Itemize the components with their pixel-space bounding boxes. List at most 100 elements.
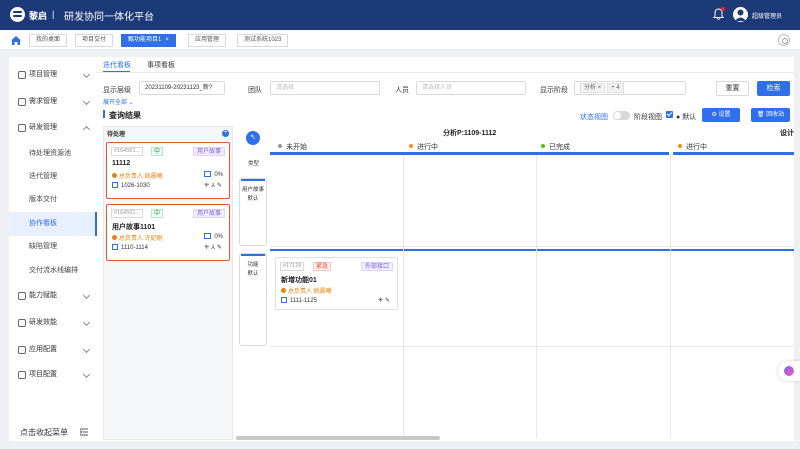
search-button[interactable]: 检索: [757, 81, 790, 96]
card-title: 新增功能01: [281, 277, 317, 284]
card-actions[interactable]: ⁜⅄✎: [204, 244, 224, 251]
edit-icon[interactable]: ✎: [217, 183, 224, 189]
tab-test-system[interactable]: 测试系统1023: [237, 34, 289, 47]
home-icon[interactable]: [9, 34, 23, 47]
stage-bar-design: [673, 152, 794, 155]
sidebar-item-requirement-management[interactable]: 需求管理: [9, 90, 97, 114]
sidebar-item-efficiency[interactable]: 研发效能: [9, 311, 97, 335]
add-icon[interactable]: +: [222, 130, 229, 137]
title-separator: |: [52, 9, 55, 19]
sidebar-item-pipeline[interactable]: 交付流水线编排: [9, 259, 97, 283]
sidebar-item-iteration[interactable]: 迭代管理: [9, 165, 97, 189]
folder-icon: [18, 71, 26, 79]
person-icon: [281, 288, 286, 293]
kanban-card[interactable]: #17129 紧急 外部接口 新增功能01 总负责人:姚晨曦 1111-1125…: [275, 257, 398, 310]
status-dot: [278, 144, 282, 148]
collapse-column-icon[interactable]: ↖: [246, 131, 260, 145]
recycle-bin-button[interactable]: 🗑 回收站: [751, 108, 790, 122]
stage-more-tag: + 4: [607, 83, 624, 93]
lane-accent: [241, 179, 265, 181]
card-owner: 总负责人:许纪刚: [112, 233, 163, 242]
card-title: 11112: [112, 160, 131, 167]
pending-card[interactable]: #164561... 中 用户故事 11112 总负责人:姚晨曦 0% 1026…: [106, 142, 230, 199]
priority-badge: 紧急: [313, 262, 332, 271]
lane-type: 功能: [247, 262, 259, 268]
tab-divider: [97, 72, 794, 73]
lane-function: 功能 默认: [239, 253, 267, 346]
app-title: 研发协同一体化平台: [64, 12, 154, 23]
view-switch[interactable]: [613, 111, 630, 120]
card-actions[interactable]: ⁜⅄✎: [204, 182, 224, 189]
expand-all-link[interactable]: 展开全部 ⌄: [103, 97, 134, 106]
status-done: 已完成: [541, 142, 570, 152]
card-id: #17129: [280, 262, 305, 271]
tab-app-management[interactable]: 应用管理: [188, 34, 227, 47]
person-label: 人员: [395, 87, 409, 94]
settings-button[interactable]: ⚙ 设置: [702, 108, 740, 122]
tab-function-project[interactable]: 甄功能项目1 ×: [121, 34, 176, 47]
stage-tag[interactable]: 分析 ×: [580, 83, 606, 93]
sidebar-item-dev-management[interactable]: 研发管理: [9, 116, 97, 140]
card-title: 用户故事1101: [112, 224, 156, 231]
horizontal-scrollbar[interactable]: [236, 436, 440, 440]
edit-icon[interactable]: ✎: [217, 245, 224, 251]
sidebar-item-kanban[interactable]: 协作看板: [9, 212, 97, 236]
sidebar-item-app-config[interactable]: 应用配置: [9, 338, 97, 362]
refresh-icon[interactable]: [778, 34, 790, 46]
tab-project-delivery[interactable]: 项目交付: [75, 34, 114, 47]
card-progress: 0%: [204, 171, 223, 178]
stage-select[interactable]: 分析 × + 4: [574, 81, 686, 95]
assistant-icon[interactable]: [778, 361, 800, 381]
status-in-progress-design: 进行中: [678, 142, 707, 152]
sidebar-item-project-config[interactable]: 项目配置: [9, 363, 97, 387]
chevron-down-icon: [82, 97, 91, 106]
card-actions[interactable]: ⁜✎: [378, 297, 392, 304]
sidebar-item-version-delivery[interactable]: 版本交付: [9, 188, 97, 212]
edit-icon[interactable]: ✎: [385, 298, 392, 304]
notification-dot: [721, 7, 725, 11]
username[interactable]: 超级管理员: [752, 11, 782, 20]
type-badge: 用户故事: [192, 147, 225, 156]
reset-button[interactable]: 重置: [716, 81, 749, 96]
status-dot: [409, 144, 413, 148]
type-header: 类型: [248, 161, 260, 167]
display-level-select[interactable]: 20231109-20231123_新?: [139, 81, 225, 95]
code-icon: [18, 124, 26, 132]
pending-card[interactable]: #164561... 中 用户故事 用户故事1101 总负责人:许纪刚 0% 1…: [106, 204, 230, 261]
status-view-toggle[interactable]: 状态视图: [580, 112, 608, 122]
avatar[interactable]: [733, 7, 748, 22]
chevron-down-icon: [82, 370, 91, 379]
card-id: #164561...: [111, 147, 143, 156]
bell-icon[interactable]: [713, 7, 725, 20]
close-icon[interactable]: ×: [165, 37, 169, 43]
sidebar-item-capability[interactable]: 能力赋能: [9, 284, 97, 308]
sidebar-item-project-management[interactable]: 项目管理: [9, 63, 97, 87]
collapse-icon[interactable]: [79, 428, 88, 436]
lane-group: 默认: [247, 196, 259, 202]
section-marker: [103, 110, 105, 118]
row-divider: [270, 246, 794, 247]
tab-iteration-board[interactable]: 迭代看板: [103, 60, 131, 70]
list-icon: [18, 98, 26, 106]
chevron-down-icon: [82, 291, 91, 300]
card-owner: 总负责人:姚晨曦: [112, 171, 163, 180]
split-icon[interactable]: ⁜: [378, 298, 385, 304]
column-divider: [536, 155, 537, 438]
gauge-icon: [18, 319, 26, 327]
results-title: 查询结果: [109, 111, 141, 120]
default-checkbox[interactable]: [666, 111, 673, 118]
row-divider: [270, 346, 794, 347]
person-icon: [112, 235, 117, 240]
sidebar-item-pending-pool[interactable]: 待处理资源池: [9, 142, 97, 166]
team-label: 团队: [248, 87, 262, 94]
sidebar-item-defects[interactable]: 缺陷管理: [9, 235, 97, 259]
priority-badge: 中: [151, 147, 164, 156]
default-label: ● 默认: [676, 114, 697, 121]
stage-view-toggle[interactable]: 阶段视图: [634, 112, 662, 122]
collapse-menu-button[interactable]: 点击收起菜单: [20, 427, 68, 438]
person-select[interactable]: 请选择人员: [416, 81, 526, 95]
card-progress: 0%: [204, 233, 223, 240]
team-select[interactable]: 请选择: [270, 81, 380, 95]
tab-my-desktop[interactable]: 我的桌面: [29, 34, 68, 47]
tab-matter-board[interactable]: 事项看板: [147, 60, 175, 70]
